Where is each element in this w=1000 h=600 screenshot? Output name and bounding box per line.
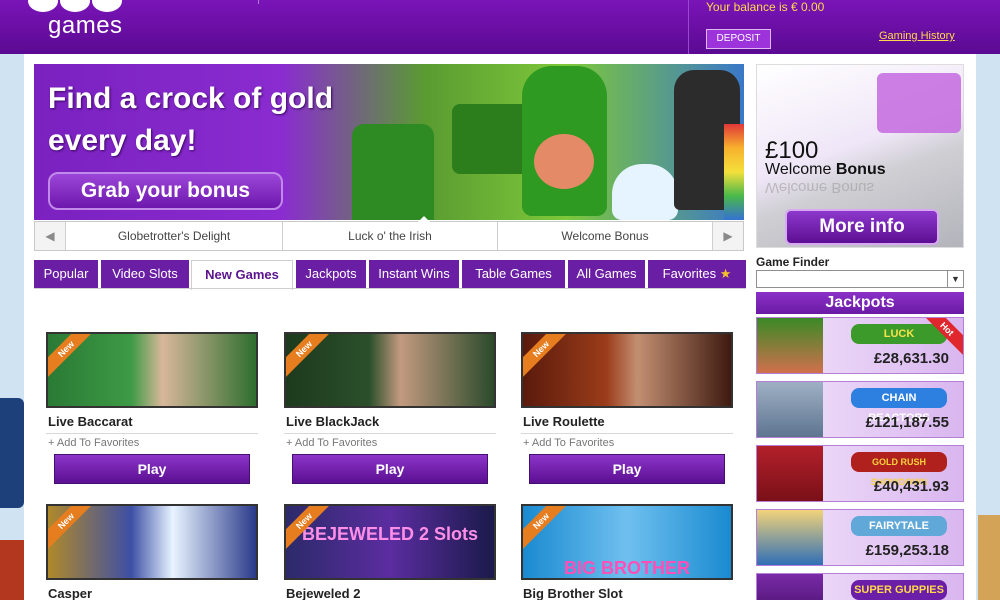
tab-all-games[interactable]: All Games — [568, 260, 645, 288]
tab-table-games[interactable]: Table Games — [462, 260, 565, 288]
carousel-item-globetrotter[interactable]: Globetrotter's Delight — [66, 222, 282, 250]
chevron-down-icon[interactable]: ▼ — [947, 271, 963, 287]
jackpot-amount: £121,187.55 — [865, 414, 949, 431]
game-thumbnail[interactable]: New — [46, 504, 258, 580]
deposit-button[interactable]: DEPOSIT — [706, 29, 771, 49]
jackpot-game-logo: LUCK — [851, 324, 947, 344]
logo-mark — [28, 0, 122, 12]
grab-bonus-button[interactable]: Grab your bonus — [48, 172, 283, 210]
game-thumbnail[interactable]: New — [46, 332, 258, 408]
promo-subtitle-bold: Bonus — [835, 161, 886, 178]
gaming-history-link[interactable]: Gaming History — [879, 30, 955, 42]
jackpot-character-image — [757, 574, 823, 600]
jackpots-heading: Jackpots — [756, 292, 964, 314]
carousel-item-welcome-bonus[interactable]: Welcome Bonus — [498, 222, 712, 250]
game-title[interactable]: Live Roulette — [523, 414, 605, 429]
game-title[interactable]: Live Baccarat — [48, 414, 133, 429]
carousel-next-icon[interactable]: ▶ — [713, 222, 743, 250]
game-title[interactable]: Casper — [48, 586, 92, 600]
jackpot-game-logo: FAIRYTALE — [851, 516, 947, 536]
leprechaun-face-illustration — [534, 134, 594, 189]
gift-boxes-illustration — [877, 73, 961, 133]
game-title[interactable]: Live BlackJack — [286, 414, 379, 429]
jackpot-amount: £28,631.30 — [873, 350, 949, 367]
game-thumbnail[interactable]: New — [521, 332, 733, 408]
tab-popular[interactable]: Popular — [34, 260, 98, 288]
new-badge: New — [523, 334, 575, 383]
jackpot-amount: £159,253.18 — [865, 542, 949, 559]
jackpot-item[interactable]: SUPER GUPPIES — [756, 573, 964, 600]
side-decoration-left-bottom — [0, 540, 24, 600]
promo-subtitle: Welcome Bonus — [765, 161, 886, 179]
logo-text[interactable]: games — [48, 12, 123, 40]
welcome-bonus-promo[interactable]: £100 Welcome Bonus Welcome Bonus More in… — [756, 64, 964, 248]
carousel-item-luck-irish[interactable]: Luck o' the Irish — [283, 222, 497, 250]
add-to-favorites-link[interactable]: + Add To Favorites — [286, 437, 377, 449]
jackpot-game-logo: GOLD RUSH SHOWDOWN — [851, 452, 947, 487]
promo-subtitle-reflection: Welcome Bonus — [765, 179, 874, 196]
jackpot-character-image — [757, 446, 823, 501]
tab-jackpots[interactable]: Jackpots — [296, 260, 366, 288]
game-title[interactable]: Big Brother Slot — [523, 586, 623, 600]
game-finder-select[interactable]: ▼ — [756, 270, 964, 288]
jackpot-item[interactable]: CHAIN REACTORS £121,187.55 — [756, 381, 964, 438]
game-category-tabs: Popular Video Slots New Games Jackpots I… — [34, 260, 746, 290]
carousel-prev-icon[interactable]: ◀ — [35, 222, 65, 250]
promo-subtitle-plain: Welcome — [765, 161, 836, 178]
game-title[interactable]: Bejeweled 2 — [286, 586, 360, 600]
game-thumbnail[interactable]: BEJEWELED 2 Slots New — [284, 504, 496, 580]
jackpot-character-image — [757, 510, 823, 565]
add-to-favorites-link[interactable]: + Add To Favorites — [523, 437, 614, 449]
tab-favorites[interactable]: Favorites ★ — [648, 260, 746, 288]
add-to-favorites-link[interactable]: + Add To Favorites — [48, 437, 139, 449]
ghost-illustration — [612, 164, 678, 220]
jackpot-amount: £40,431.93 — [873, 478, 949, 495]
new-badge: New — [523, 506, 575, 555]
star-icon: ★ — [719, 266, 732, 281]
tabs-baseline — [34, 288, 746, 289]
card-divider — [46, 433, 258, 434]
banner-title: Find a crock of gold every day! — [48, 82, 334, 157]
new-badge: New — [286, 334, 338, 383]
tab-new-games[interactable]: New Games — [191, 260, 293, 290]
balance-text: Your balance is € 0.00 — [706, 0, 825, 14]
jackpot-item[interactable]: FAIRYTALE £159,253.18 — [756, 509, 964, 566]
header-divider — [688, 0, 689, 54]
header-divider-left — [258, 0, 259, 4]
card-divider — [521, 433, 733, 434]
game-thumbnail[interactable]: New — [284, 332, 496, 408]
game-thumbnail[interactable]: BIG BROTHER New — [521, 504, 733, 580]
jackpot-item[interactable]: GOLD RUSH SHOWDOWN £40,431.93 — [756, 445, 964, 502]
tab-video-slots[interactable]: Video Slots — [101, 260, 189, 288]
tab-instant-wins[interactable]: Instant Wins — [369, 260, 459, 288]
top-bar: games Your balance is € 0.00 DEPOSIT Gam… — [0, 0, 1000, 54]
play-button[interactable]: Play — [292, 454, 488, 484]
game-finder-label: Game Finder — [756, 255, 830, 269]
jackpot-game-logo: CHAIN REACTORS — [851, 388, 947, 424]
play-button[interactable]: Play — [54, 454, 250, 484]
side-decoration-right — [978, 515, 1000, 600]
card-divider — [284, 433, 496, 434]
jackpot-character-image — [757, 382, 823, 437]
banner-carousel-nav: ◀ Globetrotter's Delight Luck o' the Iri… — [34, 216, 744, 251]
new-badge: New — [48, 506, 100, 555]
new-badge: New — [48, 334, 100, 383]
jackpot-item[interactable]: LUCK £28,631.30 Hot — [756, 317, 964, 374]
jackpot-game-logo: SUPER GUPPIES — [851, 580, 947, 600]
tab-favorites-label: Favorites — [662, 266, 717, 281]
promo-banner[interactable]: Find a crock of gold every day! Grab you… — [34, 64, 744, 220]
thumbnail-logo-text: BEJEWELED 2 Slots — [301, 524, 479, 544]
thumbnail-logo-text: BIG BROTHER — [564, 558, 690, 578]
side-decoration-left — [0, 398, 24, 508]
rainbow-illustration — [724, 124, 744, 220]
jackpot-character-image — [757, 318, 823, 373]
play-button[interactable]: Play — [529, 454, 725, 484]
hat-character-illustration — [452, 104, 532, 174]
more-info-button[interactable]: More info — [785, 209, 939, 245]
